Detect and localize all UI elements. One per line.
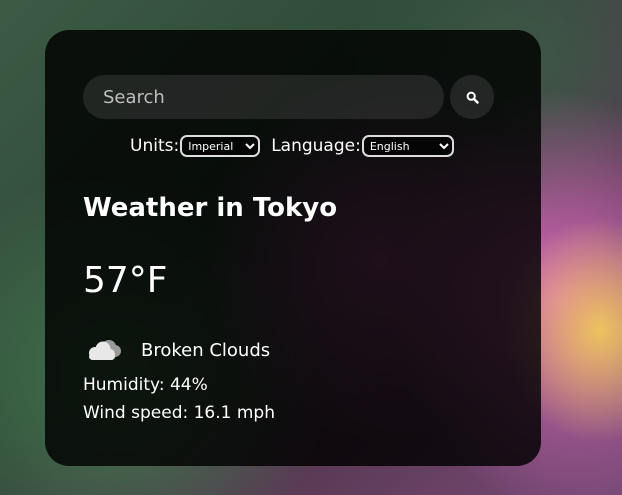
search-icon (466, 91, 479, 104)
temperature: 57°F (83, 260, 168, 301)
settings-controls: Units: Imperial Language: English (130, 135, 454, 157)
search-button[interactable] (450, 75, 494, 119)
weather-description: Broken Clouds (141, 339, 271, 361)
broken-clouds-icon (89, 340, 121, 360)
weather-card: Units: Imperial Language: English Weathe… (45, 30, 541, 466)
humidity-text: Humidity: 44% (83, 375, 208, 395)
wind-speed-text: Wind speed: 16.1 mph (83, 403, 275, 423)
city-title: Weather in Tokyo (83, 193, 338, 223)
language-label: Language: (271, 136, 361, 156)
conditions-row: Broken Clouds (83, 335, 270, 365)
language-select[interactable]: English (361, 135, 454, 157)
search-input[interactable] (83, 75, 444, 119)
units-label: Units: (130, 136, 180, 156)
units-select[interactable]: Imperial (180, 135, 261, 157)
